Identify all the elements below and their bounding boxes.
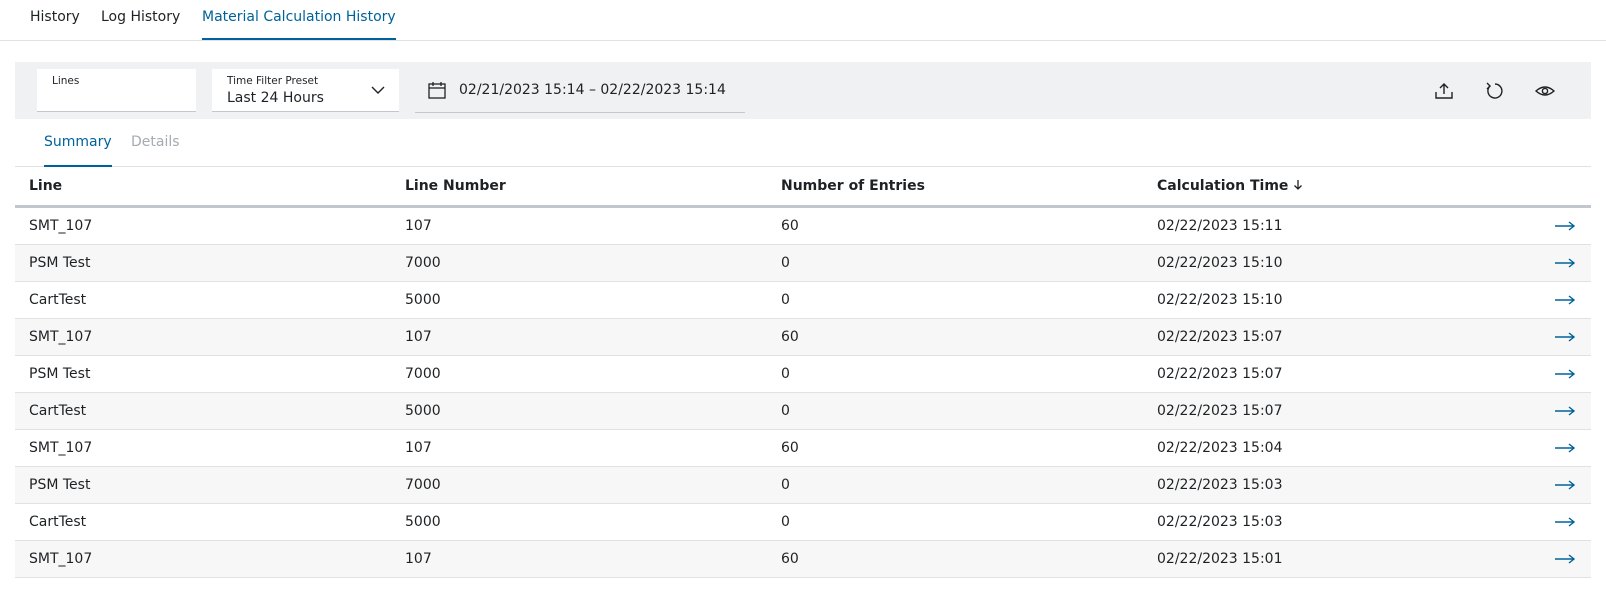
cell-line-number: 5000 xyxy=(405,292,441,308)
lines-field-label: Lines xyxy=(52,75,80,87)
table-row: CartTest 5000 0 02/22/2023 15:03 xyxy=(15,504,1591,541)
cell-number-of-entries: 0 xyxy=(781,292,790,308)
cell-line: PSM Test xyxy=(29,255,91,271)
cell-calculation-time: 02/22/2023 15:11 xyxy=(1157,218,1283,234)
table-header: Line Line Number Number of Entries Calcu… xyxy=(15,168,1591,208)
tab-summary[interactable]: Summary xyxy=(44,120,112,167)
reset-button[interactable] xyxy=(1481,77,1509,105)
table-row: SMT_107 107 60 02/22/2023 15:11 xyxy=(15,208,1591,245)
cell-line: CartTest xyxy=(29,514,87,530)
arrow-right-icon[interactable] xyxy=(1553,475,1577,495)
top-tab-bar: History Log History Material Calculation… xyxy=(0,0,1606,41)
cell-line: CartTest xyxy=(29,403,87,419)
arrow-right-icon[interactable] xyxy=(1553,253,1577,273)
date-range-picker[interactable]: 02/21/2023 15:14 – 02/22/2023 15:14 xyxy=(415,69,745,113)
cell-calculation-time: 02/22/2023 15:04 xyxy=(1157,440,1283,456)
cell-line-number: 7000 xyxy=(405,477,441,493)
cell-line: PSM Test xyxy=(29,366,91,382)
time-filter-preset-select[interactable]: Time Filter Preset Last 24 Hours xyxy=(212,69,399,112)
view-settings-button[interactable] xyxy=(1531,77,1559,105)
calendar-icon xyxy=(428,82,446,99)
cell-line: SMT_107 xyxy=(29,551,93,567)
calculation-history-table: Line Line Number Number of Entries Calcu… xyxy=(15,168,1591,578)
table-row: PSM Test 7000 0 02/22/2023 15:07 xyxy=(15,356,1591,393)
cell-line: SMT_107 xyxy=(29,218,93,234)
arrow-right-icon[interactable] xyxy=(1553,401,1577,421)
cell-calculation-time: 02/22/2023 15:03 xyxy=(1157,514,1283,530)
cell-line-number: 7000 xyxy=(405,255,441,271)
cell-number-of-entries: 60 xyxy=(781,551,799,567)
cell-number-of-entries: 0 xyxy=(781,366,790,382)
filter-bar: Lines Time Filter Preset Last 24 Hours 0… xyxy=(15,62,1591,119)
lines-field[interactable]: Lines xyxy=(37,69,196,112)
chevron-down-icon xyxy=(371,86,385,94)
sub-tab-bar: Summary Details xyxy=(15,120,1591,167)
table-row: SMT_107 107 60 02/22/2023 15:04 xyxy=(15,430,1591,467)
tab-material-calculation-history[interactable]: Material Calculation History xyxy=(202,0,396,40)
export-button[interactable] xyxy=(1430,77,1458,105)
table-row: PSM Test 7000 0 02/22/2023 15:10 xyxy=(15,245,1591,282)
cell-calculation-time: 02/22/2023 15:10 xyxy=(1157,255,1283,271)
cell-line: CartTest xyxy=(29,292,87,308)
cell-line-number: 107 xyxy=(405,551,432,567)
eye-icon xyxy=(1534,86,1556,96)
column-header-line-number[interactable]: Line Number xyxy=(405,168,506,205)
cell-number-of-entries: 60 xyxy=(781,329,799,345)
table-row: CartTest 5000 0 02/22/2023 15:07 xyxy=(15,393,1591,430)
cell-number-of-entries: 60 xyxy=(781,218,799,234)
cell-calculation-time: 02/22/2023 15:03 xyxy=(1157,477,1283,493)
arrow-right-icon[interactable] xyxy=(1553,438,1577,458)
cell-line-number: 5000 xyxy=(405,514,441,530)
arrow-right-icon[interactable] xyxy=(1553,512,1577,532)
refresh-icon xyxy=(1486,82,1503,99)
cell-line: SMT_107 xyxy=(29,440,93,456)
cell-calculation-time: 02/22/2023 15:10 xyxy=(1157,292,1283,308)
table-row: SMT_107 107 60 02/22/2023 15:01 xyxy=(15,541,1591,578)
arrow-right-icon[interactable] xyxy=(1553,290,1577,310)
table-row: PSM Test 7000 0 02/22/2023 15:03 xyxy=(15,467,1591,504)
arrow-right-icon[interactable] xyxy=(1553,327,1577,347)
cell-number-of-entries: 0 xyxy=(781,514,790,530)
cell-calculation-time: 02/22/2023 15:07 xyxy=(1157,403,1283,419)
arrow-right-icon[interactable] xyxy=(1553,216,1577,236)
date-range-value: 02/21/2023 15:14 – 02/22/2023 15:14 xyxy=(459,82,726,98)
tab-history[interactable]: History xyxy=(30,0,80,40)
cell-line: SMT_107 xyxy=(29,329,93,345)
cell-line-number: 107 xyxy=(405,440,432,456)
cell-number-of-entries: 60 xyxy=(781,440,799,456)
cell-line-number: 7000 xyxy=(405,366,441,382)
cell-number-of-entries: 0 xyxy=(781,477,790,493)
cell-line: PSM Test xyxy=(29,477,91,493)
cell-line-number: 107 xyxy=(405,329,432,345)
time-filter-preset-value: Last 24 Hours xyxy=(227,90,324,106)
arrow-right-icon[interactable] xyxy=(1553,364,1577,384)
upload-icon xyxy=(1435,83,1453,99)
sort-descending-icon xyxy=(1294,180,1303,190)
table-row: CartTest 5000 0 02/22/2023 15:10 xyxy=(15,282,1591,319)
table-body: SMT_107 107 60 02/22/2023 15:11 PSM Test… xyxy=(15,208,1591,578)
cell-line-number: 5000 xyxy=(405,403,441,419)
tab-log-history[interactable]: Log History xyxy=(101,0,180,40)
time-filter-preset-label: Time Filter Preset xyxy=(227,75,319,87)
cell-line-number: 107 xyxy=(405,218,432,234)
cell-number-of-entries: 0 xyxy=(781,403,790,419)
cell-calculation-time: 02/22/2023 15:07 xyxy=(1157,366,1283,382)
column-header-calculation-time-label: Calculation Time xyxy=(1157,178,1289,194)
table-row: SMT_107 107 60 02/22/2023 15:07 xyxy=(15,319,1591,356)
arrow-right-icon[interactable] xyxy=(1553,549,1577,569)
tab-details: Details xyxy=(131,134,180,150)
column-header-number-of-entries[interactable]: Number of Entries xyxy=(781,168,925,205)
column-header-line[interactable]: Line xyxy=(29,168,62,205)
column-header-calculation-time[interactable]: Calculation Time xyxy=(1157,168,1304,205)
cell-number-of-entries: 0 xyxy=(781,255,790,271)
cell-calculation-time: 02/22/2023 15:01 xyxy=(1157,551,1283,567)
cell-calculation-time: 02/22/2023 15:07 xyxy=(1157,329,1283,345)
